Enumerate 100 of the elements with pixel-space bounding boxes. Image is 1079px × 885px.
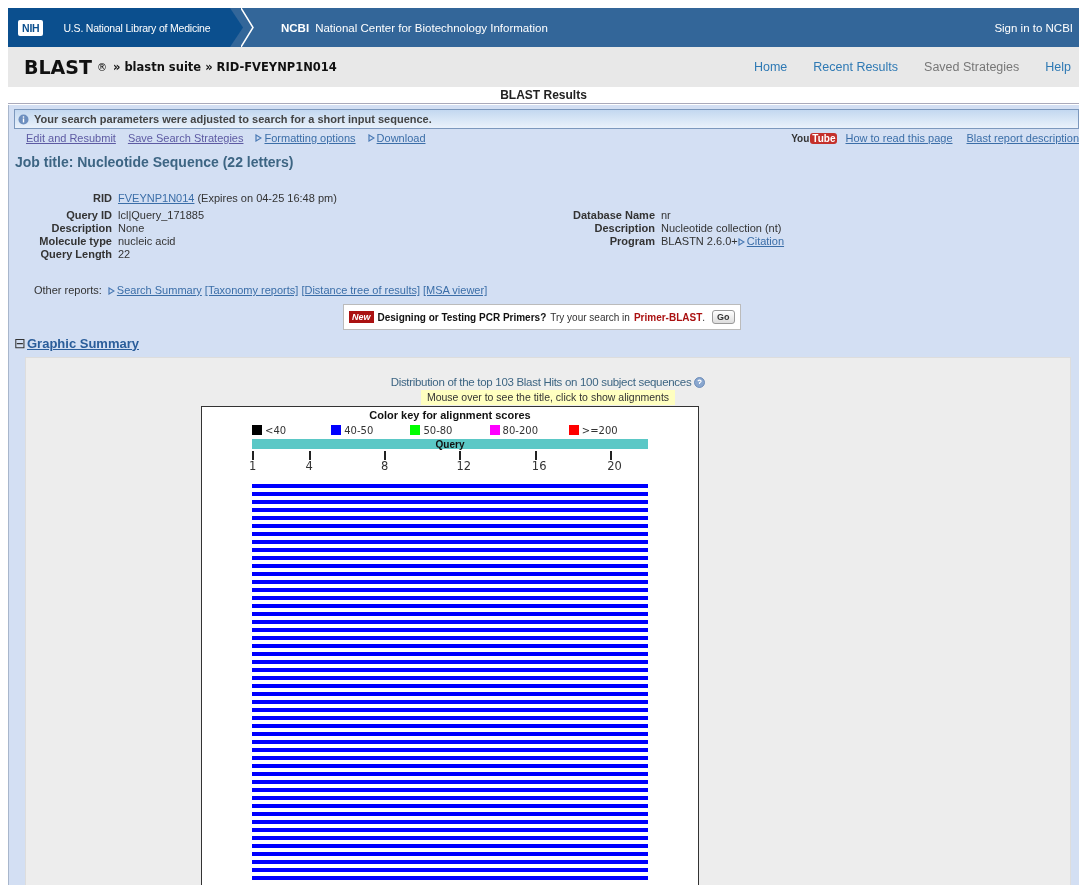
hit-bar[interactable] <box>252 500 648 504</box>
hit-bar[interactable] <box>252 852 648 856</box>
hit-bar[interactable] <box>252 828 648 832</box>
go-button[interactable]: Go <box>712 310 735 324</box>
citation-link[interactable]: Citation <box>746 235 785 247</box>
key-label: <40 <box>265 424 287 436</box>
hit-bar[interactable] <box>252 604 648 608</box>
blast-logo[interactable]: BLAST <box>24 56 92 78</box>
hit-bar[interactable] <box>252 748 648 752</box>
video-guide-link[interactable]: How to read this page <box>845 132 953 144</box>
hit-bar[interactable] <box>252 516 648 520</box>
tick-mark <box>252 451 254 460</box>
hit-bar[interactable] <box>252 492 648 496</box>
hit-bar[interactable] <box>252 796 648 800</box>
hit-bar[interactable] <box>252 508 648 512</box>
tick-label: 8 <box>381 460 389 473</box>
action-link[interactable]: Formatting options <box>264 132 356 144</box>
hit-bar[interactable] <box>252 756 648 760</box>
hit-bar[interactable] <box>252 636 648 640</box>
nav-link[interactable]: Help <box>1045 60 1071 74</box>
hit-bar[interactable] <box>252 836 648 840</box>
hit-bar[interactable] <box>252 596 648 600</box>
tick-label: 12 <box>456 460 472 473</box>
hit-bar[interactable] <box>252 588 648 592</box>
hit-bar[interactable] <box>252 580 648 584</box>
hit-bar[interactable] <box>252 684 648 688</box>
nav-link[interactable]: Saved Strategies <box>924 60 1020 74</box>
report-link[interactable]: [MSA viewer] <box>423 284 488 296</box>
hit-bar[interactable] <box>252 812 648 816</box>
hit-bar[interactable] <box>252 652 648 656</box>
hit-bar[interactable] <box>252 612 648 616</box>
hit-bar[interactable] <box>252 724 648 728</box>
breadcrumb[interactable]: blastn suite <box>124 60 202 74</box>
tick-label: 16 <box>531 460 547 473</box>
section-link[interactable]: Graphic Summary <box>27 335 139 351</box>
hit-bar[interactable] <box>252 660 648 664</box>
hit-bar[interactable] <box>252 876 648 880</box>
info-icon <box>18 113 29 125</box>
collapse-toggle[interactable]: ⊟ <box>14 337 26 349</box>
field-value: 22 <box>118 248 131 261</box>
hit-bar[interactable] <box>252 548 648 552</box>
report-link[interactable]: Search Summary <box>116 284 202 296</box>
hit-bar[interactable] <box>252 708 648 712</box>
field-label: Description <box>50 222 112 235</box>
hit-bar[interactable] <box>252 764 648 768</box>
hit-bar[interactable] <box>252 524 648 528</box>
sign-in-link[interactable]: Sign in to NCBI <box>994 21 1073 34</box>
hit-bar[interactable] <box>252 628 648 632</box>
hit-bar[interactable] <box>252 716 648 720</box>
hit-bar[interactable] <box>252 772 648 776</box>
hit-bar[interactable] <box>252 556 648 560</box>
breadcrumb[interactable]: RID-FVEYNP1N014 <box>216 60 337 74</box>
hit-bar[interactable] <box>252 620 648 624</box>
key-label: 50-80 <box>423 424 453 436</box>
hit-bar[interactable] <box>252 668 648 672</box>
action-link[interactable]: Edit and Resubmit <box>26 132 116 144</box>
hit-bar[interactable] <box>252 692 648 696</box>
nav-link[interactable]: Recent Results <box>813 60 899 74</box>
query-bar: Query <box>252 439 648 449</box>
hit-bar[interactable] <box>252 820 648 824</box>
field-label: Program <box>608 235 655 248</box>
registered-mark: ® <box>96 61 107 73</box>
hit-bar[interactable] <box>252 676 648 680</box>
hit-bar[interactable] <box>252 700 648 704</box>
hit-bar[interactable] <box>252 540 648 544</box>
tick-mark <box>308 451 311 460</box>
action-link[interactable]: Save Search Strategies <box>127 132 244 144</box>
help-icon[interactable] <box>694 376 706 388</box>
tick-mark <box>534 451 537 460</box>
hit-bar[interactable] <box>252 732 648 736</box>
hit-bar[interactable] <box>252 788 648 792</box>
ncbi-name[interactable]: National Center for Biotechnology Information <box>315 21 548 34</box>
hit-bar[interactable] <box>252 860 648 864</box>
hit-bar[interactable] <box>252 740 648 744</box>
hit-bar[interactable] <box>252 868 648 872</box>
hit-bar[interactable] <box>252 572 648 576</box>
nih-logo[interactable]: NIH <box>18 19 44 36</box>
hit-bar[interactable] <box>252 804 648 808</box>
hit-bar[interactable] <box>252 564 648 568</box>
hit-bar[interactable] <box>252 532 648 536</box>
expiry-note: (Expires on 04-25 16:48 pm) <box>197 192 337 205</box>
field-label: Database Name <box>572 209 655 222</box>
report-link[interactable]: [Distance tree of results] <box>301 284 420 296</box>
hit-bar[interactable] <box>252 844 648 848</box>
report-link[interactable]: [Taxonomy reports] <box>204 284 299 296</box>
hit-bar[interactable] <box>252 484 648 488</box>
field-value: nucleic acid <box>118 235 176 248</box>
field-label: Description <box>593 222 655 235</box>
color-key-title: Color key for alignment scores <box>369 409 531 421</box>
ncbi-abbreviation[interactable]: NCBI <box>281 21 310 34</box>
nav-link[interactable]: Home <box>753 60 788 74</box>
hit-bar[interactable] <box>252 644 648 648</box>
action-link[interactable]: Download <box>376 132 426 144</box>
library-link[interactable]: U.S. National Library of Medicine <box>63 21 211 34</box>
hit-bar[interactable] <box>252 780 648 784</box>
report-description-link[interactable]: Blast report description <box>966 132 1079 144</box>
key-label: >=200 <box>581 424 618 436</box>
field-value: None <box>118 222 145 235</box>
primer-blast-link[interactable]: Primer-BLAST <box>633 311 703 323</box>
rid-link[interactable]: FVEYNP1N014 <box>118 192 195 205</box>
